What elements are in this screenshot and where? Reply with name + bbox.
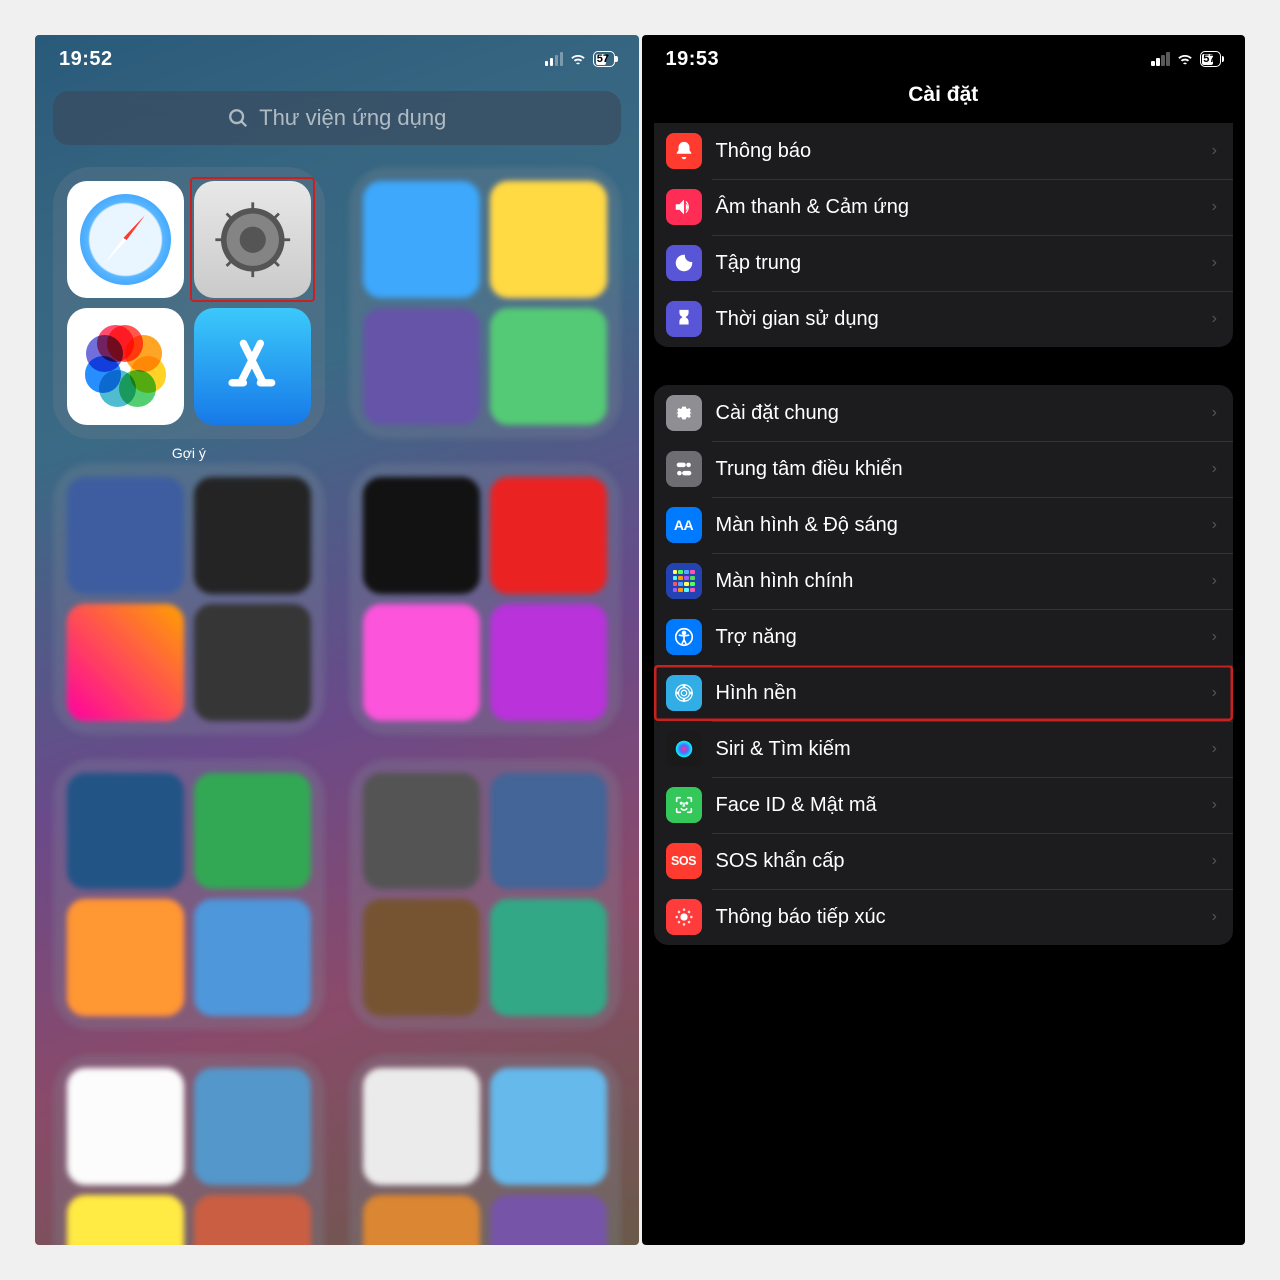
chevron-right-icon: › [1212,628,1217,646]
row-label: Thời gian sử dụng [716,308,1212,331]
chevron-right-icon: › [1212,142,1217,160]
row-label: Trung tâm điều khiển [716,458,1212,481]
status-indicators: 57 [1151,51,1221,68]
wifi-icon [569,51,587,68]
chevron-right-icon: › [1212,684,1217,702]
blurred-folder[interactable] [53,463,325,735]
appstore-app-icon[interactable] [194,308,311,425]
status-indicators: 57 [545,51,615,68]
status-bar-left: 19:52 57 [35,35,639,77]
siri-icon [666,731,702,767]
chevron-right-icon: › [1212,852,1217,870]
chevron-right-icon: › [1212,516,1217,534]
focus-icon [666,245,702,281]
cellular-signal-icon [545,52,564,66]
row-label: Hình nền [716,682,1212,705]
chevron-right-icon: › [1212,908,1217,926]
chevron-right-icon: › [1212,254,1217,272]
row-general[interactable]: Cài đặt chung › [654,385,1234,441]
chevron-right-icon: › [1212,796,1217,814]
row-label: Âm thanh & Cảm ứng [716,196,1212,219]
control-center-icon [666,451,702,487]
status-bar-right: 19:53 57 [642,35,1246,77]
home-screen-icon [666,563,702,599]
folder-grid: Gợi ý [35,167,639,1245]
app-library-screen: 19:52 57 Thư viện ứng dụng [35,35,639,1245]
battery-indicator: 57 [593,51,614,67]
blurred-folder[interactable] [349,463,621,735]
wallpaper-icon [666,675,702,711]
sos-icon: SOS [666,843,702,879]
row-label: Thông báo [716,140,1212,163]
settings-list[interactable]: Thông báo › Âm thanh & Cảm ứng › Tập tru… [642,123,1246,1245]
notifications-icon [666,133,702,169]
row-label: SOS khẩn cấp [716,850,1212,873]
row-notifications[interactable]: Thông báo › [654,123,1234,179]
display-icon: AA [666,507,702,543]
blurred-folder[interactable] [349,1054,621,1245]
settings-app-icon[interactable] [194,181,311,298]
app-library-search[interactable]: Thư viện ứng dụng [53,91,621,145]
row-label: Tập trung [716,252,1212,275]
screentime-icon [666,301,702,337]
row-display[interactable]: AA Màn hình & Độ sáng › [654,497,1234,553]
folder-label: Gợi ý [53,445,325,461]
status-time: 19:52 [59,48,113,71]
row-exposure[interactable]: Thông báo tiếp xúc › [654,889,1234,945]
row-sos[interactable]: SOS SOS khẩn cấp › [654,833,1234,889]
chevron-right-icon: › [1212,740,1217,758]
search-placeholder: Thư viện ứng dụng [259,105,446,131]
row-focus[interactable]: Tập trung › [654,235,1234,291]
chevron-right-icon: › [1212,310,1217,328]
chevron-right-icon: › [1212,460,1217,478]
accessibility-icon [666,619,702,655]
cellular-signal-icon [1151,52,1170,66]
row-wallpaper[interactable]: Hình nền › [654,665,1234,721]
row-accessibility[interactable]: Trợ năng › [654,609,1234,665]
settings-title: Cài đặt [642,77,1246,123]
settings-group-1: Thông báo › Âm thanh & Cảm ứng › Tập tru… [654,123,1234,347]
chevron-right-icon: › [1212,198,1217,216]
row-label: Trợ năng [716,626,1212,649]
row-siri[interactable]: Siri & Tìm kiếm › [654,721,1234,777]
wifi-icon [1176,51,1194,68]
row-sounds[interactable]: Âm thanh & Cảm ứng › [654,179,1234,235]
settings-highlight [190,177,315,302]
row-label: Siri & Tìm kiếm [716,738,1212,761]
blurred-folder[interactable] [349,167,621,439]
status-time: 19:53 [666,48,720,71]
row-label: Màn hình chính [716,570,1212,593]
battery-indicator: 57 [1200,51,1221,67]
row-label: Màn hình & Độ sáng [716,514,1212,537]
photos-app-icon[interactable] [67,308,184,425]
settings-group-2: Cài đặt chung › Trung tâm điều khiển › A… [654,385,1234,945]
sounds-icon [666,189,702,225]
row-label: Thông báo tiếp xúc [716,906,1212,929]
chevron-right-icon: › [1212,404,1217,422]
row-screentime[interactable]: Thời gian sử dụng › [654,291,1234,347]
blurred-folder[interactable] [53,759,325,1031]
suggestions-folder[interactable]: Gợi ý [53,167,325,439]
general-icon [666,395,702,431]
row-label: Face ID & Mật mã [716,794,1212,817]
row-home-screen[interactable]: Màn hình chính › [654,553,1234,609]
row-label: Cài đặt chung [716,402,1212,425]
exposure-icon [666,899,702,935]
row-face-id[interactable]: Face ID & Mật mã › [654,777,1234,833]
settings-screen: 19:53 57 Cài đặt Thông báo › Âm thanh & … [642,35,1246,1245]
row-control-center[interactable]: Trung tâm điều khiển › [654,441,1234,497]
blurred-folder[interactable] [349,759,621,1031]
search-icon [227,107,249,129]
safari-app-icon[interactable] [67,181,184,298]
face-id-icon [666,787,702,823]
chevron-right-icon: › [1212,572,1217,590]
blurred-folder[interactable] [53,1054,325,1245]
